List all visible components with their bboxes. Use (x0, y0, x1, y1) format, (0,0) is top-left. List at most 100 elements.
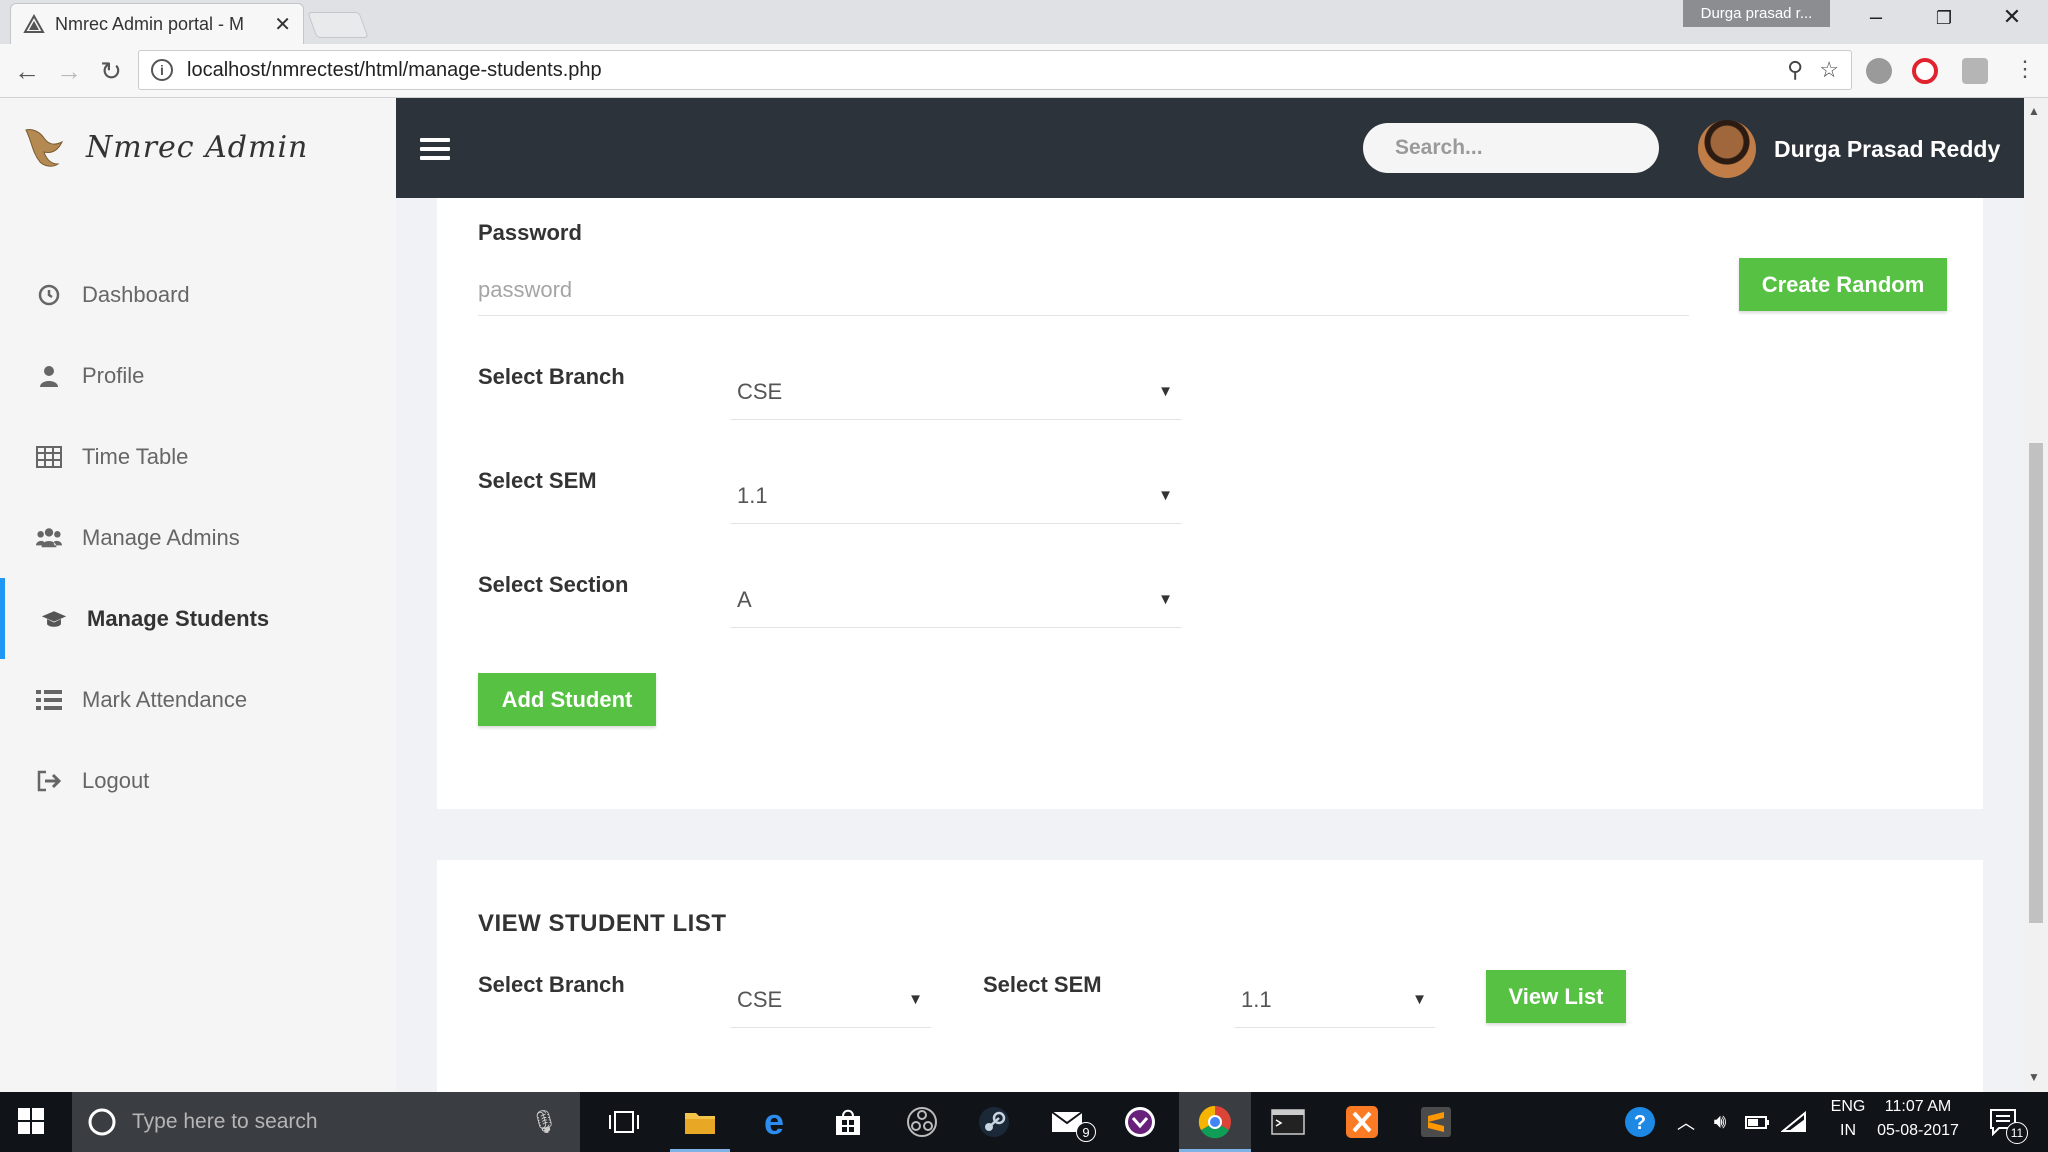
mail-badge: 9 (1076, 1122, 1096, 1142)
view-student-list-card: VIEW STUDENT LIST Select Branch CSE ▼ Se… (437, 860, 1983, 1092)
extension-cube-icon[interactable] (1962, 58, 1988, 84)
avatar[interactable] (1698, 120, 1756, 178)
list-branch-select[interactable]: CSE ▼ (731, 972, 931, 1028)
reload-icon[interactable]: ↻ (94, 56, 128, 87)
browser-tab[interactable]: Nmrec Admin portal - M ✕ (10, 3, 304, 44)
visual-studio-icon[interactable] (1122, 1104, 1158, 1140)
restore-icon[interactable]: ❐ (1924, 8, 1964, 29)
clock-date: 05-08-2017 (1877, 1122, 1959, 1139)
add-student-button[interactable]: Add Student (478, 673, 656, 726)
tab-title: Nmrec Admin portal - M (55, 13, 245, 34)
password-label: Password (478, 220, 582, 245)
chrome-icon[interactable] (1197, 1104, 1233, 1140)
steam-icon[interactable] (976, 1104, 1012, 1140)
taskbar-search[interactable]: Type here to search 🎙 (72, 1092, 580, 1152)
scroll-down-icon[interactable]: ▼ (2028, 1070, 2040, 1084)
brand[interactable]: Nmrec Admin (18, 122, 308, 172)
volume-icon[interactable]: 🔊︎ (1702, 1104, 1738, 1140)
obs-icon[interactable] (904, 1104, 940, 1140)
xampp-icon[interactable] (1344, 1104, 1380, 1140)
app-header: Durga Prasad Reddy (396, 98, 2024, 198)
section-select[interactable]: A ▼ (731, 572, 1181, 628)
sidebar-item-logout[interactable]: Logout (0, 740, 396, 821)
tab-close-icon[interactable]: ✕ (274, 12, 291, 37)
tray-overflow-icon[interactable]: ︿ (1668, 1104, 1704, 1140)
windows-taskbar: Type here to search 🎙 e 9 ? ︿ 🔊︎ ENG IN … (0, 1092, 2048, 1152)
sidebar-item-label: Time Table (82, 443, 189, 469)
cortana-icon (88, 1108, 116, 1136)
list-sem-value: 1.1 (1241, 986, 1272, 1012)
graduation-cap-icon (41, 606, 67, 632)
microphone-icon[interactable]: 🎙 (530, 1109, 558, 1135)
sidebar-nav: Dashboard Profile Time Table Manage Admi… (0, 254, 396, 821)
search-input[interactable] (1395, 136, 1666, 160)
list-sem-label: Select SEM (983, 972, 1102, 997)
windows-start-icon[interactable] (18, 1108, 44, 1134)
list-branch-value: CSE (737, 986, 783, 1012)
list-branch-label: Select Branch (478, 972, 625, 997)
sidebar-item-dashboard[interactable]: Dashboard (0, 254, 396, 335)
page-scrollbar[interactable]: ▲ ▼ (2024, 98, 2048, 1092)
user-icon (36, 363, 62, 389)
edge-icon[interactable]: e (756, 1101, 792, 1142)
clock-time: 11:07 AM (1884, 1098, 1952, 1115)
browser-tab-strip: Nmrec Admin portal - M ✕ Durga prasad r.… (0, 0, 2048, 44)
site-info-icon[interactable]: i (151, 59, 173, 81)
opera-extension-icon[interactable] (1912, 58, 1938, 84)
clock[interactable]: 11:07 AM 05-08-2017 (1870, 1098, 1966, 1140)
sublime-text-icon[interactable] (1418, 1104, 1454, 1140)
scroll-up-icon[interactable]: ▲ (2028, 104, 2040, 118)
user-name[interactable]: Durga Prasad Reddy (1774, 136, 2000, 163)
window-close-icon[interactable]: ✕ (1992, 4, 2032, 30)
minimize-icon[interactable]: – (1856, 4, 1896, 30)
sign-out-icon (36, 768, 62, 794)
help-icon[interactable]: ? (1622, 1104, 1658, 1140)
sidebar: Nmrec Admin Dashboard Profile Time Table… (0, 98, 396, 1092)
brand-name: Nmrec Admin (86, 129, 309, 165)
extension-shield-icon[interactable] (1866, 58, 1892, 84)
list-sem-select[interactable]: 1.1 ▼ (1235, 972, 1435, 1028)
sidebar-item-profile[interactable]: Profile (0, 335, 396, 416)
file-explorer-icon[interactable] (682, 1104, 718, 1140)
store-icon[interactable] (830, 1104, 866, 1140)
sidebar-item-label: Dashboard (82, 281, 190, 307)
dropdown-caret-icon: ▼ (1158, 591, 1173, 608)
view-list-button[interactable]: View List (1486, 970, 1626, 1023)
battery-icon[interactable] (1740, 1104, 1776, 1140)
hamburger-menu-icon[interactable] (420, 138, 450, 165)
address-bar: ← → ↻ i localhost/nmrectest/html/manage-… (0, 44, 2048, 98)
browser-menu-icon[interactable]: ⋮ (2008, 56, 2042, 82)
dropdown-caret-icon: ▼ (1412, 991, 1427, 1008)
sidebar-item-label: Profile (82, 362, 145, 388)
task-view-icon[interactable] (606, 1104, 642, 1140)
sidebar-item-mark-attendance[interactable]: Mark Attendance (0, 659, 396, 740)
wifi-icon[interactable] (1776, 1104, 1812, 1140)
create-random-button[interactable]: Create Random (1739, 258, 1947, 311)
terminal-icon[interactable] (1270, 1104, 1306, 1140)
browser-profile-chip[interactable]: Durga prasad r... (1683, 0, 1830, 27)
site-favicon-icon (23, 14, 45, 33)
scrollbar-thumb[interactable] (2029, 443, 2043, 923)
sem-select[interactable]: 1.1 ▼ (731, 468, 1181, 524)
sidebar-item-label: Manage Students (87, 605, 270, 631)
forward-icon[interactable]: → (52, 56, 86, 87)
section-label: Select Section (478, 572, 629, 597)
password-field[interactable] (478, 264, 1689, 316)
zoom-icon[interactable]: ⚲ (1787, 57, 1803, 83)
table-icon (36, 444, 62, 470)
svg-text:?: ? (1634, 1112, 1646, 1134)
new-tab-button[interactable] (307, 12, 369, 38)
sidebar-item-manage-students[interactable]: Manage Students (0, 578, 396, 659)
sidebar-item-label: Manage Admins (82, 524, 240, 550)
branch-select[interactable]: CSE ▼ (731, 364, 1181, 420)
sidebar-item-time-table[interactable]: Time Table (0, 416, 396, 497)
back-icon[interactable]: ← (10, 56, 44, 87)
bookmark-star-icon[interactable]: ☆ (1819, 57, 1839, 83)
language-code: ENG (1830, 1098, 1866, 1115)
sem-label: Select SEM (478, 468, 597, 493)
sidebar-item-manage-admins[interactable]: Manage Admins (0, 497, 396, 578)
clock-icon (36, 282, 62, 308)
language-indicator[interactable]: ENG IN (1822, 1098, 1874, 1140)
url-field[interactable]: i localhost/nmrectest/html/manage-studen… (138, 50, 1852, 90)
phoenix-logo-icon (25, 129, 64, 167)
